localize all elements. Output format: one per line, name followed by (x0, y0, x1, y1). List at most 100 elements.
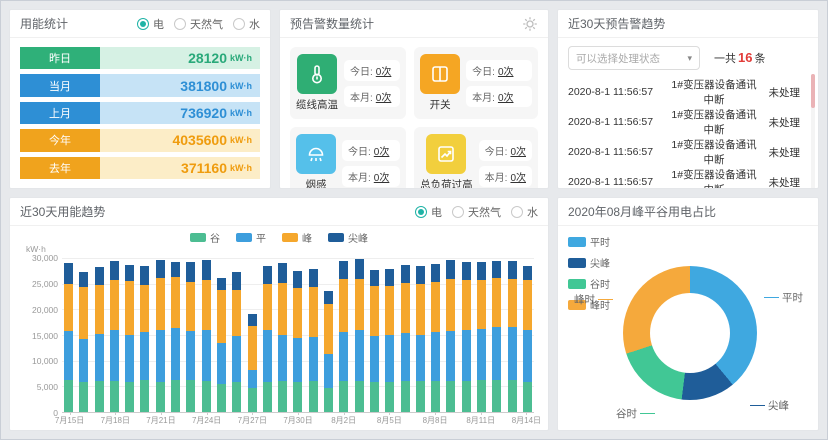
bar-segment-尖峰 (523, 266, 532, 280)
radio-icon[interactable] (415, 206, 427, 218)
today-count-pill: 今日:0次 (344, 60, 400, 81)
value-unit: kW·h (230, 135, 252, 145)
count-link[interactable]: 0次 (374, 143, 390, 158)
legend-swatch (282, 233, 298, 242)
stacked-bar (186, 258, 195, 412)
alarm-list-item[interactable]: 2020-8-1 11:56:57 1#变压器设备通讯中断 未处理 (568, 107, 800, 137)
legend-label: 平 (256, 230, 266, 245)
count-link[interactable]: 0次 (510, 169, 526, 184)
legend-item-flat-time[interactable]: 平时 (568, 234, 610, 249)
radio-icon[interactable] (174, 18, 186, 30)
bar-segment-峰 (385, 286, 394, 334)
radio-icon[interactable] (233, 18, 245, 30)
stacked-bar (431, 258, 440, 412)
stacked-bar (202, 258, 211, 412)
scrollbar-track[interactable] (811, 74, 815, 189)
gear-icon[interactable] (522, 16, 538, 32)
x-tick-label: 8月14日 (512, 415, 541, 426)
bar-segment-谷 (232, 382, 241, 412)
alarm-device: 1#变压器设备通讯中断 (670, 77, 758, 107)
stacked-bar (278, 258, 287, 412)
bar-segment-峰 (217, 290, 226, 343)
y-tick-label: 30,000 (32, 253, 58, 263)
bar-segment-谷 (156, 382, 165, 412)
bar-segment-峰 (232, 290, 241, 336)
legend-item-valley-time[interactable]: 谷时 (568, 276, 610, 291)
count-link[interactable]: 0次 (498, 89, 514, 104)
bar-segment-尖峰 (492, 261, 501, 278)
radio-gas[interactable]: 天然气 (174, 16, 223, 32)
bar-segment-尖峰 (248, 314, 257, 326)
count-link[interactable]: 0次 (510, 143, 526, 158)
bar-segment-尖峰 (339, 261, 348, 279)
bar-segment-谷 (523, 382, 532, 412)
scrollbar-thumb[interactable] (811, 74, 815, 108)
panel-title: 近30天用能趋势 (20, 203, 105, 220)
tile-label: 缆线高温 (296, 97, 338, 112)
legend-item-peak[interactable]: 峰 (282, 230, 312, 245)
bar-segment-尖峰 (125, 265, 134, 281)
chevron-down-icon: ▾ (687, 53, 692, 64)
radio-icon[interactable] (511, 206, 523, 218)
bar-segment-平 (217, 343, 226, 384)
legend-item-sharp-peak-time[interactable]: 尖峰 (568, 255, 610, 270)
alarm-list-item[interactable]: 2020-8-1 11:56:57 1#变压器设备通讯中断 未处理 (568, 167, 800, 189)
stacked-bar (156, 258, 165, 412)
radio-gas[interactable]: 天然气 (452, 204, 501, 220)
alarm-list-item[interactable]: 2020-8-1 11:56:57 1#变压器设备通讯中断 未处理 (568, 77, 800, 107)
value-unit: kW·h (230, 81, 252, 91)
bar-segment-峰 (462, 280, 471, 330)
bar-segment-尖峰 (202, 260, 211, 280)
legend-label: 尖峰 (590, 255, 610, 270)
x-tick-label: 7月18日 (101, 415, 130, 426)
bar-segment-谷 (477, 380, 486, 412)
panel-title: 预告警数量统计 (290, 15, 374, 32)
bar-segment-峰 (324, 304, 333, 354)
bar-segment-平 (232, 336, 241, 382)
bar-segment-峰 (339, 279, 348, 332)
bar-segment-平 (431, 332, 440, 381)
bar-segment-峰 (64, 284, 73, 331)
radio-electric[interactable]: 电 (137, 16, 164, 32)
count-link[interactable]: 0次 (376, 63, 392, 78)
radio-icon[interactable] (452, 206, 464, 218)
legend-item-sharp-peak[interactable]: 尖峰 (328, 230, 368, 245)
bar-segment-谷 (186, 380, 195, 412)
legend-swatch (236, 233, 252, 242)
count-link[interactable]: 0次 (498, 63, 514, 78)
bar-segment-尖峰 (370, 270, 379, 286)
legend-swatch (568, 279, 586, 289)
bar-segment-平 (401, 333, 410, 381)
count-link[interactable]: 0次 (376, 89, 392, 104)
bar-segment-尖峰 (140, 266, 149, 285)
count-link[interactable]: 0次 (374, 169, 390, 184)
bar-segment-谷 (401, 381, 410, 412)
bar-segment-平 (95, 334, 104, 381)
radio-water[interactable]: 水 (233, 16, 260, 32)
legend-label: 谷时 (590, 276, 610, 291)
alarm-tiles: 缆线高温 今日:0次 本月:0次 开关 (280, 38, 548, 189)
alarm-list-item[interactable]: 2020-8-1 11:56:57 1#变压器设备通讯中断 未处理 (568, 137, 800, 167)
legend-item-flat[interactable]: 平 (236, 230, 266, 245)
x-tick-mark (70, 412, 71, 415)
legend-item-valley[interactable]: 谷 (190, 230, 220, 245)
stacked-bar (263, 258, 272, 412)
status-filter-dropdown[interactable]: 可以选择处理状态 ▾ (568, 46, 700, 70)
stacked-bar (125, 258, 134, 412)
radio-icon[interactable] (137, 18, 149, 30)
bar-segment-平 (140, 332, 149, 380)
tile-label: 总负荷过高 (420, 177, 473, 189)
count-label: 今日: (350, 63, 373, 78)
radio-water[interactable]: 水 (511, 204, 538, 220)
bar-segment-谷 (431, 381, 440, 412)
x-tick-mark (161, 412, 162, 415)
value-unit: kW·h (230, 53, 252, 63)
bar-segment-尖峰 (355, 259, 364, 279)
bar-segment-谷 (385, 382, 394, 412)
bar-segment-尖峰 (324, 291, 333, 304)
bars-container (64, 258, 532, 412)
filter-row: 可以选择处理状态 ▾ 一共16条 (568, 46, 808, 70)
x-tick-label: 8月8日 (423, 415, 448, 426)
radio-electric[interactable]: 电 (415, 204, 442, 220)
pie-label-valley-time: 谷时 (616, 406, 655, 421)
